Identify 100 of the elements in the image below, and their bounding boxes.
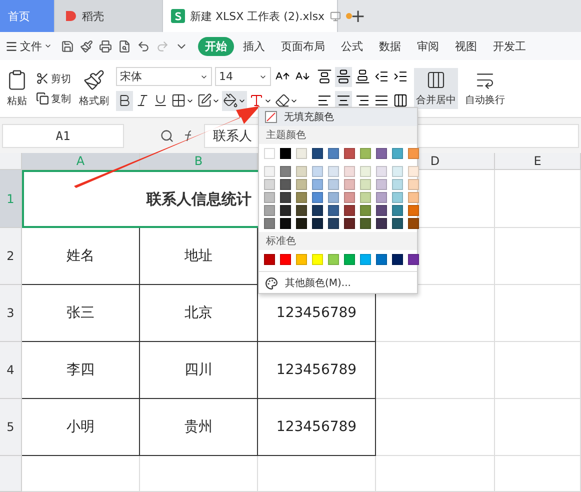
new-tab-button[interactable]: + xyxy=(338,0,378,32)
align-middle-button[interactable] xyxy=(335,66,352,86)
cut-button[interactable]: 剪切 xyxy=(35,70,72,86)
bold-button[interactable] xyxy=(116,90,133,110)
menu-tab[interactable]: 开发工 xyxy=(486,36,533,56)
font-select[interactable]: 宋体 xyxy=(116,67,212,86)
color-swatch[interactable] xyxy=(296,179,307,190)
color-swatch[interactable] xyxy=(392,254,403,265)
color-swatch[interactable] xyxy=(344,148,355,159)
color-swatch[interactable] xyxy=(376,192,387,203)
color-swatch[interactable] xyxy=(296,205,307,216)
merge-center-button[interactable]: 合并居中 xyxy=(414,68,458,109)
color-swatch[interactable] xyxy=(360,179,371,190)
color-swatch[interactable] xyxy=(328,254,339,265)
color-swatch[interactable] xyxy=(392,166,403,177)
color-swatch[interactable] xyxy=(360,218,371,229)
menu-tab[interactable]: 插入 xyxy=(236,36,272,56)
color-swatch[interactable] xyxy=(312,179,323,190)
color-swatch[interactable] xyxy=(264,166,275,177)
color-swatch[interactable] xyxy=(344,179,355,190)
print-preview-icon[interactable] xyxy=(118,40,131,52)
color-swatch[interactable] xyxy=(312,166,323,177)
undo-icon[interactable] xyxy=(137,40,150,52)
color-swatch[interactable] xyxy=(360,148,371,159)
color-swatch[interactable] xyxy=(392,192,403,203)
color-swatch[interactable] xyxy=(344,218,355,229)
color-swatch[interactable] xyxy=(376,179,387,190)
color-swatch[interactable] xyxy=(360,254,371,265)
redo-icon[interactable] xyxy=(156,40,169,52)
color-swatch[interactable] xyxy=(280,205,291,216)
font-size-select[interactable]: 14 xyxy=(215,67,271,86)
brush-icon[interactable] xyxy=(80,40,93,52)
column-header[interactable]: E xyxy=(495,153,581,170)
color-swatch[interactable] xyxy=(392,205,403,216)
color-swatch[interactable] xyxy=(296,218,307,229)
color-swatch[interactable] xyxy=(296,166,307,177)
color-swatch[interactable] xyxy=(408,166,419,177)
color-swatch[interactable] xyxy=(344,254,355,265)
color-swatch[interactable] xyxy=(312,254,323,265)
color-swatch[interactable] xyxy=(376,218,387,229)
save-icon[interactable] xyxy=(61,40,74,52)
tab[interactable]: 稻壳 xyxy=(55,0,163,32)
color-swatch[interactable] xyxy=(328,218,339,229)
color-swatch[interactable] xyxy=(360,205,371,216)
row-header[interactable] xyxy=(0,456,22,492)
paste-button[interactable]: 粘贴 xyxy=(4,67,30,110)
color-swatch[interactable] xyxy=(408,205,419,216)
color-swatch[interactable] xyxy=(280,148,291,159)
paint-bucket-button[interactable] xyxy=(222,90,247,110)
print-icon[interactable] xyxy=(99,40,112,52)
color-swatch[interactable] xyxy=(328,148,339,159)
zoom-icon[interactable] xyxy=(160,128,174,142)
color-swatch[interactable] xyxy=(264,254,275,265)
color-swatch[interactable] xyxy=(408,254,419,265)
color-swatch[interactable] xyxy=(296,254,307,265)
color-swatch[interactable] xyxy=(296,192,307,203)
wrap-text-button[interactable]: 自动换行 xyxy=(463,68,507,109)
color-swatch[interactable] xyxy=(408,179,419,190)
format-painter-button[interactable]: 格式刷 xyxy=(77,67,111,110)
color-swatch[interactable] xyxy=(392,179,403,190)
color-swatch[interactable] xyxy=(376,205,387,216)
row-header[interactable]: 4 xyxy=(0,342,22,399)
color-swatch[interactable] xyxy=(312,192,323,203)
color-swatch[interactable] xyxy=(264,192,275,203)
color-swatch[interactable] xyxy=(392,218,403,229)
menu-tab[interactable]: 视图 xyxy=(448,36,484,56)
color-swatch[interactable] xyxy=(328,179,339,190)
color-swatch[interactable] xyxy=(408,148,419,159)
color-swatch[interactable] xyxy=(376,148,387,159)
color-swatch[interactable] xyxy=(344,166,355,177)
more-colors-item[interactable]: 其他颜色(M)... xyxy=(259,274,417,292)
name-box[interactable]: A1 xyxy=(2,124,124,148)
menu-tab[interactable]: 页面布局 xyxy=(274,36,332,56)
color-swatch[interactable] xyxy=(360,192,371,203)
color-swatch[interactable] xyxy=(264,148,275,159)
color-swatch[interactable] xyxy=(264,205,275,216)
color-swatch[interactable] xyxy=(312,205,323,216)
color-swatch[interactable] xyxy=(296,148,307,159)
file-menu[interactable]: 文件 xyxy=(4,38,53,54)
color-swatch[interactable] xyxy=(280,218,291,229)
color-swatch[interactable] xyxy=(360,166,371,177)
color-swatch[interactable] xyxy=(376,254,387,265)
color-swatch[interactable] xyxy=(408,218,419,229)
color-swatch[interactable] xyxy=(264,179,275,190)
no-fill-item[interactable]: 无填充颜色 xyxy=(259,108,417,126)
row-header[interactable]: 5 xyxy=(0,399,22,456)
color-swatch[interactable] xyxy=(328,166,339,177)
color-swatch[interactable] xyxy=(280,166,291,177)
color-swatch[interactable] xyxy=(328,192,339,203)
menu-tab[interactable]: 审阅 xyxy=(410,36,446,56)
select-all-corner[interactable] xyxy=(0,153,22,170)
color-swatch[interactable] xyxy=(408,192,419,203)
row-header[interactable]: 3 xyxy=(0,285,22,342)
color-swatch[interactable] xyxy=(312,148,323,159)
color-swatch[interactable] xyxy=(344,205,355,216)
menu-tab[interactable]: 公式 xyxy=(334,36,370,56)
color-swatch[interactable] xyxy=(264,218,275,229)
menu-tab[interactable]: 数据 xyxy=(372,36,408,56)
color-swatch[interactable] xyxy=(392,148,403,159)
color-swatch[interactable] xyxy=(344,192,355,203)
